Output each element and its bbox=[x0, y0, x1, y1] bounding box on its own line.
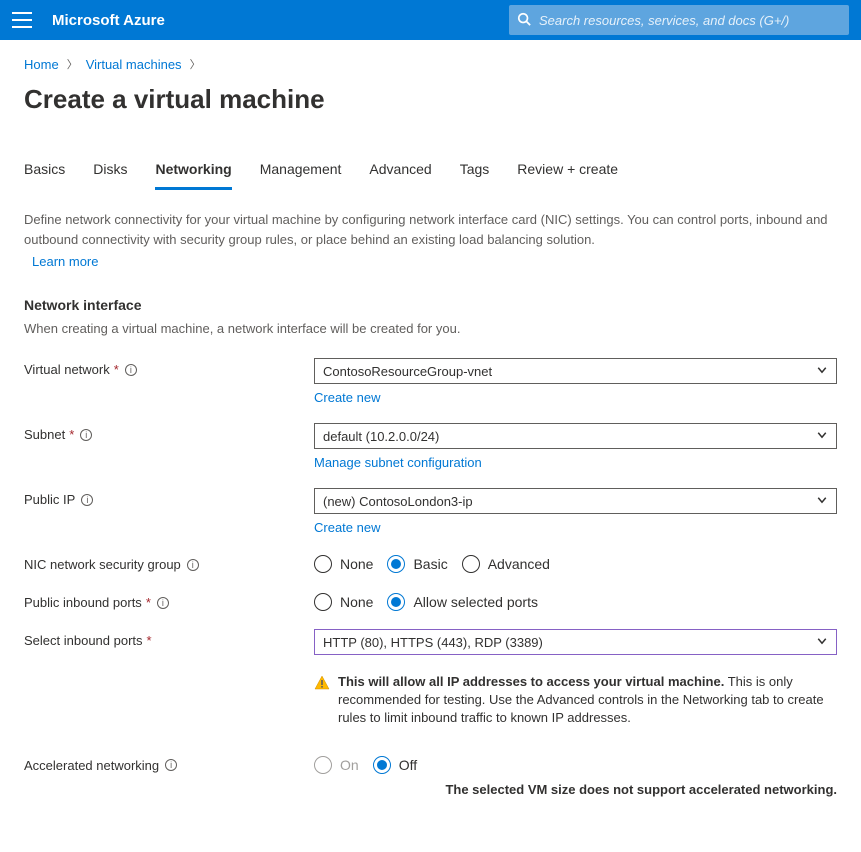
row-accelerated-networking: Accelerated networking i On Off The sele… bbox=[24, 754, 837, 797]
breadcrumb-home[interactable]: Home bbox=[24, 57, 59, 72]
info-icon[interactable]: i bbox=[165, 759, 177, 771]
nsg-radio-basic[interactable]: Basic bbox=[387, 555, 447, 573]
search-icon bbox=[517, 12, 531, 29]
row-select-ports: Select inbound ports * HTTP (80), HTTPS … bbox=[24, 629, 837, 728]
search-box[interactable] bbox=[509, 5, 849, 35]
chevron-right-icon: 〉 bbox=[190, 56, 201, 72]
row-virtual-network: Virtual network * i ContosoResourceGroup… bbox=[24, 358, 837, 405]
nsg-radio-none[interactable]: None bbox=[314, 555, 373, 573]
info-icon[interactable]: i bbox=[80, 429, 92, 441]
tab-disks[interactable]: Disks bbox=[93, 155, 127, 190]
search-input[interactable] bbox=[539, 13, 841, 28]
accel-radio-off[interactable]: Off bbox=[373, 756, 417, 774]
top-bar: Microsoft Azure bbox=[0, 0, 861, 40]
learn-more-link[interactable]: Learn more bbox=[32, 254, 98, 269]
inbound-radio-allow[interactable]: Allow selected ports bbox=[387, 593, 538, 611]
label-subnet: Subnet * i bbox=[24, 423, 314, 442]
chevron-down-icon bbox=[816, 364, 828, 379]
info-icon[interactable]: i bbox=[125, 364, 137, 376]
required-indicator: * bbox=[146, 595, 151, 610]
breadcrumb-vms[interactable]: Virtual machines bbox=[86, 57, 182, 72]
chevron-down-icon bbox=[816, 429, 828, 444]
brand-label: Microsoft Azure bbox=[52, 12, 165, 29]
tab-review[interactable]: Review + create bbox=[517, 155, 618, 190]
page-title: Create a virtual machine bbox=[24, 84, 837, 115]
row-nsg: NIC network security group i None Basic … bbox=[24, 553, 837, 573]
info-icon[interactable]: i bbox=[81, 494, 93, 506]
tab-networking[interactable]: Networking bbox=[155, 155, 231, 190]
warning-box: This will allow all IP addresses to acce… bbox=[314, 673, 837, 728]
nsg-radio-advanced[interactable]: Advanced bbox=[462, 555, 550, 573]
label-virtual-network: Virtual network * i bbox=[24, 358, 314, 377]
page-content: Home 〉 Virtual machines 〉 Create a virtu… bbox=[0, 40, 861, 845]
manage-subnet-link[interactable]: Manage subnet configuration bbox=[314, 455, 482, 470]
tab-tags[interactable]: Tags bbox=[460, 155, 490, 190]
label-select-ports: Select inbound ports * bbox=[24, 629, 314, 648]
subnet-select[interactable]: default (10.2.0.0/24) bbox=[314, 423, 837, 449]
breadcrumb: Home 〉 Virtual machines 〉 bbox=[24, 56, 837, 72]
tab-basics[interactable]: Basics bbox=[24, 155, 65, 190]
create-new-vnet-link[interactable]: Create new bbox=[314, 390, 380, 405]
row-public-ip: Public IP i (new) ContosoLondon3-ip Crea… bbox=[24, 488, 837, 535]
chevron-down-icon bbox=[816, 635, 828, 650]
accel-radio-group: On Off bbox=[314, 754, 837, 774]
accel-radio-on: On bbox=[314, 756, 359, 774]
section-title: Network interface bbox=[24, 297, 837, 313]
row-subnet: Subnet * i default (10.2.0.0/24) Manage … bbox=[24, 423, 837, 470]
nsg-radio-group: None Basic Advanced bbox=[314, 553, 837, 573]
section-subtitle: When creating a virtual machine, a netwo… bbox=[24, 321, 837, 336]
warning-icon bbox=[314, 675, 330, 691]
tab-advanced[interactable]: Advanced bbox=[369, 155, 431, 190]
row-inbound-ports: Public inbound ports * i None Allow sele… bbox=[24, 591, 837, 611]
tab-management[interactable]: Management bbox=[260, 155, 342, 190]
required-indicator: * bbox=[69, 427, 74, 442]
intro-description: Define network connectivity for your vir… bbox=[24, 210, 834, 249]
select-ports-dropdown[interactable]: HTTP (80), HTTPS (443), RDP (3389) bbox=[314, 629, 837, 655]
label-nsg: NIC network security group i bbox=[24, 553, 314, 572]
label-accelerated-networking: Accelerated networking i bbox=[24, 754, 314, 773]
info-icon[interactable]: i bbox=[157, 597, 169, 609]
inbound-radio-none[interactable]: None bbox=[314, 593, 373, 611]
required-indicator: * bbox=[114, 362, 119, 377]
tabs: Basics Disks Networking Management Advan… bbox=[24, 155, 837, 190]
menu-icon[interactable] bbox=[12, 12, 32, 28]
public-ip-select[interactable]: (new) ContosoLondon3-ip bbox=[314, 488, 837, 514]
virtual-network-select[interactable]: ContosoResourceGroup-vnet bbox=[314, 358, 837, 384]
label-public-ip: Public IP i bbox=[24, 488, 314, 507]
inbound-radio-group: None Allow selected ports bbox=[314, 591, 837, 611]
accel-note: The selected VM size does not support ac… bbox=[314, 782, 837, 797]
chevron-right-icon: 〉 bbox=[67, 56, 78, 72]
required-indicator: * bbox=[147, 633, 152, 648]
create-new-ip-link[interactable]: Create new bbox=[314, 520, 380, 535]
chevron-down-icon bbox=[816, 494, 828, 509]
info-icon[interactable]: i bbox=[187, 559, 199, 571]
label-inbound-ports: Public inbound ports * i bbox=[24, 591, 314, 610]
